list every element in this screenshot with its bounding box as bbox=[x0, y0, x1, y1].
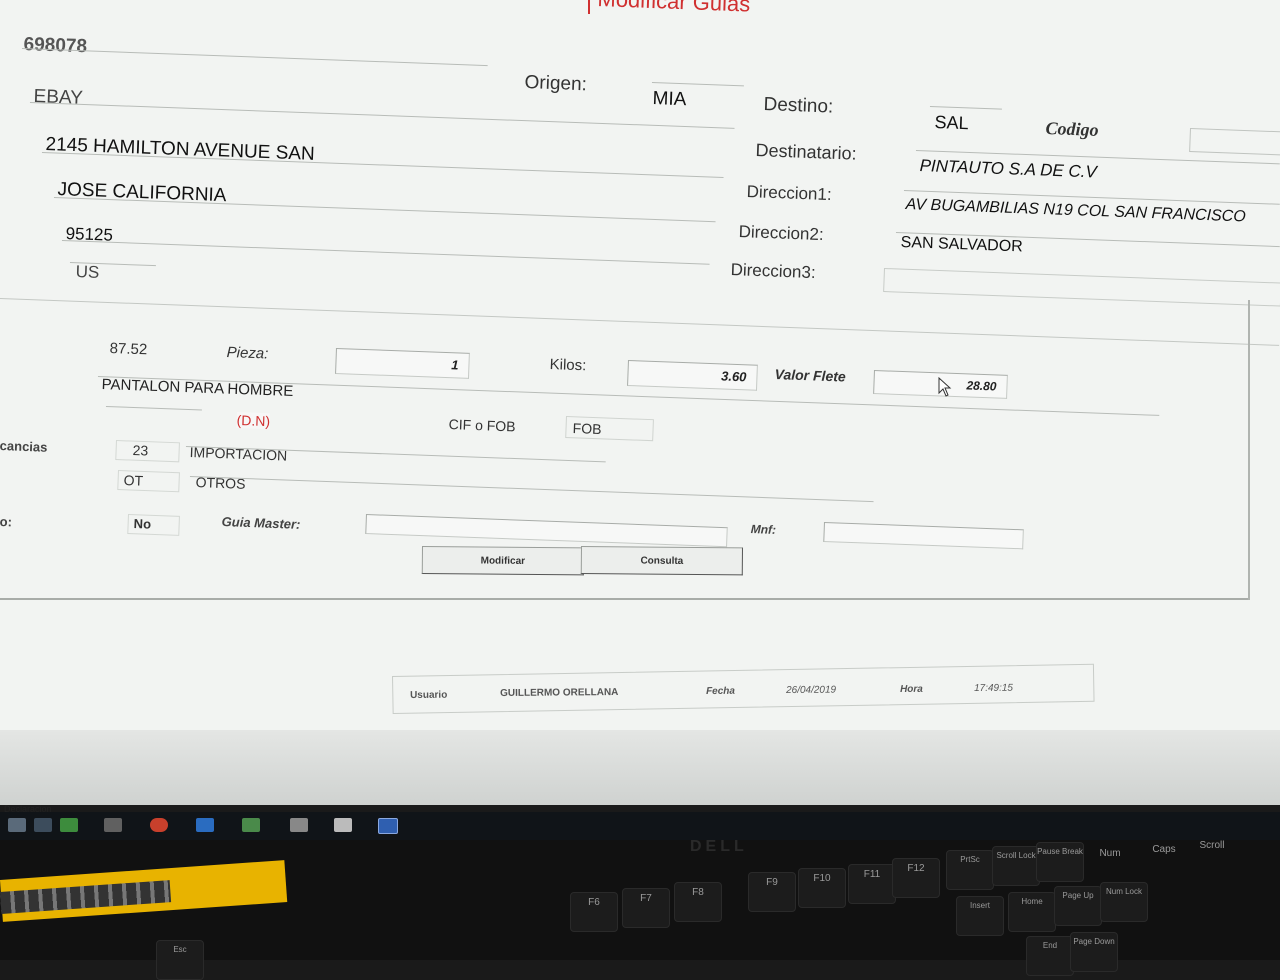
sender-name-underline bbox=[29, 102, 735, 129]
app-icon-1[interactable] bbox=[60, 818, 78, 832]
address3-label: Direccion3: bbox=[730, 260, 816, 283]
flag-label: o: bbox=[0, 514, 13, 530]
key-scroll-indicator: Scroll bbox=[1199, 840, 1225, 851]
recipient-address3-box bbox=[883, 268, 1280, 307]
key-f11: F11 bbox=[848, 864, 896, 904]
title-bar-edge bbox=[588, 0, 590, 14]
small-field[interactable] bbox=[105, 406, 202, 411]
sender-country-field[interactable]: US bbox=[75, 262, 99, 283]
merchandise-label: cancias bbox=[0, 438, 48, 455]
cif-fob-label: CIF o FOB bbox=[448, 416, 516, 435]
key-f10: F10 bbox=[798, 868, 846, 908]
form-bottom-border bbox=[0, 598, 1248, 600]
key-pause: Pause Break bbox=[1036, 842, 1084, 882]
cif-fob-box bbox=[565, 416, 654, 442]
sender-address1-underline bbox=[41, 152, 724, 178]
mnf-field[interactable] bbox=[823, 522, 1024, 550]
guide-number-underline bbox=[21, 48, 488, 67]
merch-code-box bbox=[115, 440, 180, 463]
app-icon-4[interactable] bbox=[290, 818, 308, 832]
query-button[interactable]: Consulta bbox=[580, 546, 743, 576]
mouse-cursor-icon bbox=[938, 377, 952, 397]
kilos-label: Kilos: bbox=[549, 356, 587, 375]
dn-label: (D.N) bbox=[236, 412, 271, 430]
other-code-box bbox=[117, 470, 180, 493]
app-icon-2[interactable] bbox=[196, 818, 214, 832]
window-bottom-area bbox=[0, 730, 1280, 805]
other-type-underline bbox=[189, 476, 874, 503]
date-value: 26/04/2019 bbox=[786, 684, 837, 696]
recipient-label: Destinatario: bbox=[755, 140, 857, 164]
key-f9: F9 bbox=[748, 872, 796, 912]
sender-name-field[interactable]: EBAY bbox=[33, 86, 83, 110]
key-f8: F8 bbox=[674, 882, 722, 922]
section-divider bbox=[0, 298, 1280, 346]
address2-label: Direccion2: bbox=[738, 222, 824, 245]
code-label: Codigo bbox=[1045, 118, 1099, 140]
master-guide-field[interactable] bbox=[365, 514, 728, 548]
destination-field[interactable]: SAL bbox=[934, 112, 969, 134]
code-field[interactable] bbox=[1189, 128, 1280, 156]
kilos-field[interactable]: 3.60 bbox=[627, 360, 758, 391]
key-num-indicator: Num bbox=[1099, 848, 1121, 859]
recipient-address2-field[interactable]: SAN SALVADOR bbox=[900, 234, 1023, 256]
modify-button[interactable]: Modificar bbox=[421, 546, 584, 576]
chrome-icon[interactable] bbox=[150, 818, 168, 832]
key-insert: Insert bbox=[956, 896, 1004, 936]
origin-field[interactable]: MIA bbox=[652, 88, 687, 111]
pieces-field[interactable]: 1 bbox=[335, 348, 470, 379]
time-value: 17:49:15 bbox=[974, 682, 1014, 694]
time-label: Hora bbox=[900, 683, 923, 695]
key-end: End bbox=[1026, 936, 1074, 976]
flag-box bbox=[127, 514, 180, 536]
origin-underline bbox=[651, 82, 744, 87]
keyboard-brand: DELL bbox=[690, 838, 748, 855]
key-scroll-lock: Scroll Lock bbox=[992, 846, 1040, 886]
active-app-icon[interactable] bbox=[378, 818, 398, 834]
pieces-label: Pieza: bbox=[226, 344, 269, 363]
recipient-name-field[interactable]: PINTAUTO S.A DE C.V bbox=[919, 156, 1097, 182]
form-right-border bbox=[1248, 300, 1250, 600]
taskview-icon[interactable] bbox=[34, 818, 52, 832]
origin-label: Origen: bbox=[524, 72, 588, 96]
user-label: Usuario bbox=[410, 689, 448, 701]
start-icon[interactable] bbox=[8, 818, 26, 832]
address1-label: Direccion1: bbox=[746, 182, 832, 205]
sender-address2-underline bbox=[53, 197, 716, 223]
date-label: Fecha bbox=[706, 685, 736, 697]
key-f6: F6 bbox=[570, 892, 618, 932]
key-f7: F7 bbox=[622, 888, 670, 928]
application-window: Modificar Guias 698078 EBAY 2145 HAMILTO… bbox=[0, 0, 1280, 730]
key-page-down: Page Down bbox=[1070, 932, 1118, 972]
destination-underline bbox=[929, 106, 1002, 110]
key-caps-indicator: Caps bbox=[1152, 844, 1176, 855]
key-home: Home bbox=[1008, 892, 1056, 932]
key-esc: Esc bbox=[156, 940, 204, 980]
taskbar bbox=[0, 812, 1280, 840]
sender-zip-underline bbox=[61, 240, 710, 265]
user-value: GUILLERMO ORELLANA bbox=[500, 686, 619, 699]
app-icon-3[interactable] bbox=[242, 818, 260, 832]
destination-label: Destino: bbox=[763, 94, 834, 118]
app-icon-5[interactable] bbox=[334, 818, 352, 832]
window-title: Modificar Guias bbox=[597, 0, 751, 17]
calculator-icon[interactable] bbox=[104, 818, 122, 832]
freight-label: Valor Flete bbox=[774, 366, 847, 385]
key-num-lock: Num Lock bbox=[1100, 882, 1148, 922]
key-f12: F12 bbox=[892, 858, 940, 898]
key-page-up: Page Up bbox=[1054, 886, 1102, 926]
master-guide-label: Guia Master: bbox=[221, 514, 301, 532]
guide-number-field[interactable]: 698078 bbox=[23, 34, 87, 58]
mnf-label: Mnf: bbox=[750, 522, 777, 537]
declared-value-field[interactable]: 87.52 bbox=[109, 340, 147, 358]
key-prtsc: PrtSc bbox=[946, 850, 994, 890]
